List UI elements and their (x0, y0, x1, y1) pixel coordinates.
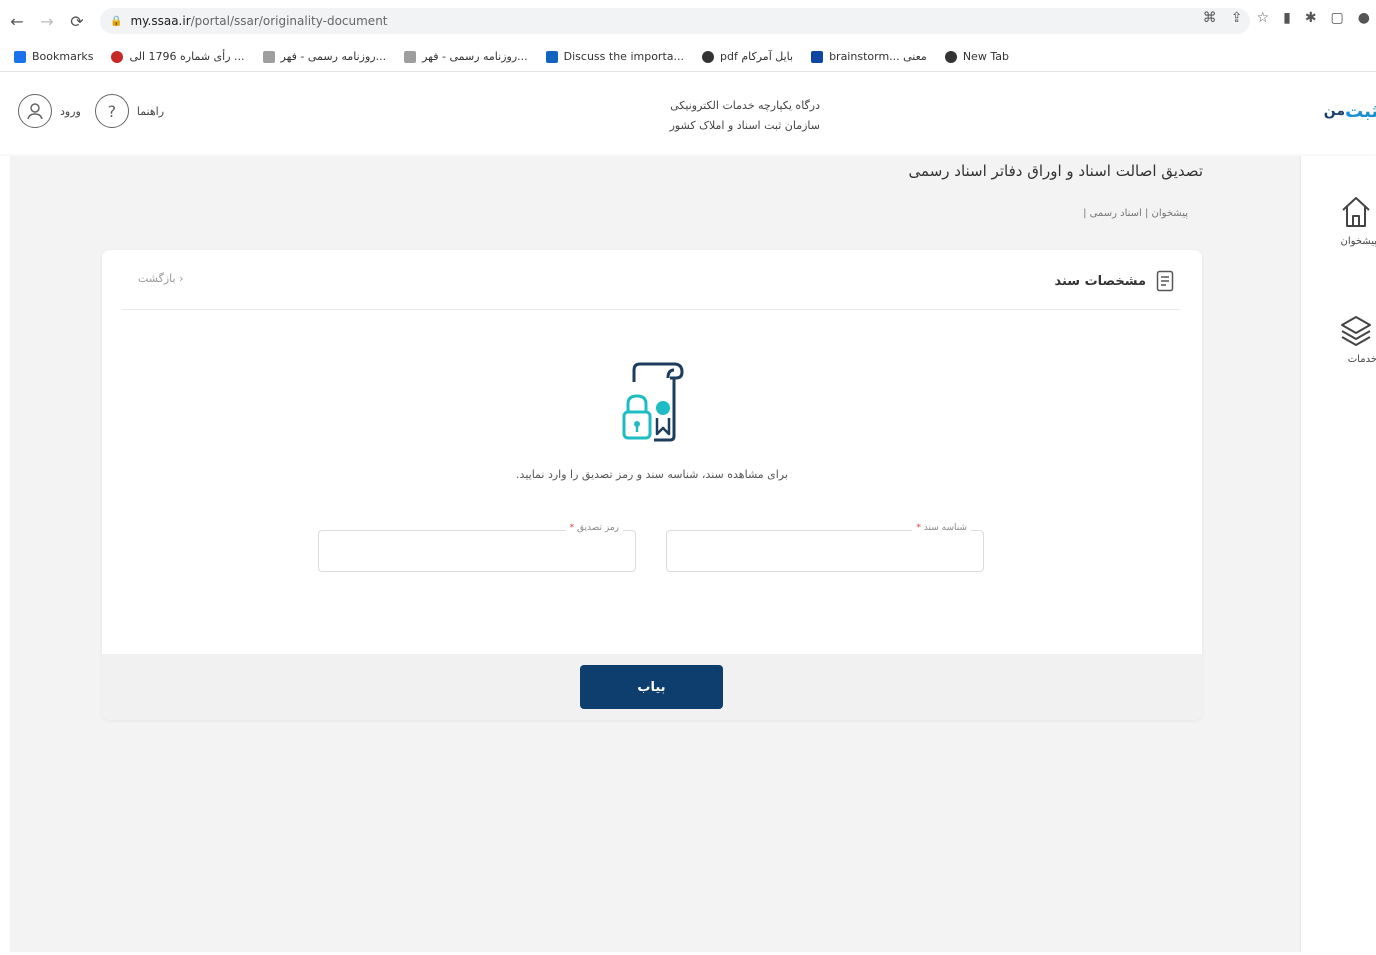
bookmark-label: brainstorm... معنی (829, 50, 927, 63)
bookmark-label: روزنامه رسمی - فهر... (280, 50, 387, 63)
bookmark-label: رأی شماره 1796 الی ... (129, 50, 245, 63)
verification-code-label: رمز تصدیق * (565, 523, 623, 533)
locked-document-icon (622, 362, 684, 442)
bookmark-label: New Tab (962, 50, 1009, 63)
document-id-label: شناسه سند * (912, 523, 971, 533)
nav-label-dashboard: پیشخوان (1340, 236, 1376, 247)
document-icon (1156, 270, 1174, 292)
forward-arrow-icon[interactable]: → (34, 8, 60, 34)
puzzle-icon[interactable]: ✱ (1305, 10, 1317, 26)
instruction-text: برای مشاهده سند، شناسه سند و رمز تصدیق ر… (516, 468, 788, 481)
nav-item-services[interactable]: خدمات (1301, 314, 1376, 365)
back-link[interactable]: بازگشت › (138, 272, 183, 285)
sidepanel-icon[interactable]: ▢ (1331, 10, 1344, 26)
bookmark-item[interactable]: Discuss the importa... (545, 50, 684, 63)
site-header: ورود ? راهنما درگاه یکپارچه خدمات الکترو… (0, 74, 1376, 154)
card-title: مشخصات سند (1054, 270, 1174, 292)
required-mark: * (916, 523, 921, 533)
portal-title-line1: درگاه یکپارچه خدمات الکترونیکی (670, 99, 820, 112)
star-bookmark-icon[interactable]: ☆ (1257, 10, 1270, 26)
bookmark-item[interactable]: New Tab (944, 50, 1009, 63)
star-icon (14, 50, 26, 63)
user-icon[interactable] (18, 94, 52, 128)
card-header: مشخصات سند بازگشت › (122, 250, 1180, 310)
globe-icon (944, 50, 957, 63)
translate-icon[interactable]: ⌘ (1203, 10, 1217, 26)
bookmark-label: روزنامه رسمی - فهر... (422, 50, 528, 63)
bookmark-item[interactable]: رأی شماره 1796 الی ... (111, 50, 245, 63)
portal-title-line2: سازمان ثبت اسناد و املاک کشور (669, 119, 820, 132)
globe-icon (702, 50, 714, 63)
home-icon (1342, 197, 1370, 227)
bookmark-label: Bookmarks (32, 50, 94, 63)
layers-icon (1341, 316, 1371, 346)
reload-icon[interactable]: ⟳ (64, 8, 90, 34)
back-arrow-icon[interactable]: ← (4, 8, 30, 34)
address-bar[interactable]: 🔒 my.ssaa.ir /portal/ssar/originality-do… (100, 8, 1250, 34)
logo-text-secondary: من (1323, 103, 1346, 119)
bookmark-icon (811, 50, 824, 63)
portal-title: درگاه یکپارچه خدمات الکترونیکی سازمان ثب… (620, 96, 820, 136)
bookmark-item[interactable]: Bookmarks (14, 50, 93, 63)
document-lookup-card: مشخصات سند بازگشت › برای مشاهده سند، شنا… (102, 250, 1202, 720)
page-icon (404, 50, 417, 63)
extension-icon[interactable]: ▮ (1283, 10, 1291, 26)
browser-toolbar: ← → ⟳ 🔒 my.ssaa.ir /portal/ssar/original… (0, 0, 1376, 42)
bookmark-item[interactable]: pdf بایل آمرکام (702, 50, 793, 63)
bookmark-item[interactable]: روزنامه رسمی - فهر... (404, 50, 528, 63)
emblem-icon (111, 50, 124, 63)
logo-text-primary: ثبت (1345, 100, 1376, 122)
help-link[interactable]: راهنما (137, 105, 164, 118)
card-title-text: مشخصات سند (1054, 273, 1146, 289)
bookmark-label: pdf بایل آمرکام (720, 50, 794, 63)
nav-item-dashboard[interactable]: پیشخوان (1301, 194, 1376, 247)
required-mark: * (569, 523, 575, 533)
bookmarks-bar: Bookmarks رأی شماره 1796 الی ... روزنامه ر… (0, 42, 1376, 72)
url-host: my.ssaa.ir (130, 14, 191, 28)
document-id-field[interactable]: شناسه سند * (666, 523, 984, 572)
nav-label-services: خدمات (1347, 354, 1376, 365)
document-id-label-text: شناسه سند (923, 523, 967, 533)
help-icon[interactable]: ? (94, 94, 129, 128)
card-footer: بیاب (102, 654, 1202, 720)
forum-icon (545, 50, 558, 63)
login-link[interactable]: ورود (60, 105, 81, 118)
find-button[interactable]: بیاب (580, 665, 723, 709)
profile-avatar-icon[interactable]: ● (1358, 10, 1370, 26)
lock-icon: 🔒 (110, 15, 123, 27)
page-icon (262, 50, 275, 63)
bookmark-item[interactable]: brainstorm... معنی (811, 50, 927, 63)
page-title: تصدیق اصالت اسناد و اوراق دفاتر اسناد رس… (908, 162, 1203, 180)
verification-code-field[interactable]: رمز تصدیق * (318, 523, 636, 572)
bookmark-item[interactable]: روزنامه رسمی - فهر... (262, 50, 387, 63)
site-logo[interactable]: من ثبت (1324, 88, 1376, 134)
bookmark-label: Discuss the importa... (563, 50, 684, 63)
document-id-input[interactable] (667, 531, 983, 571)
verification-code-input[interactable] (319, 531, 635, 571)
breadcrumb[interactable]: پیشخوان | اسناد رسمی | (900, 208, 1188, 219)
url-path: /portal/ssar/originality-document (190, 14, 388, 28)
verification-code-label-text: رمز تصدیق (576, 523, 619, 533)
side-navigation: پیشخوان خدمات (1300, 156, 1376, 952)
share-icon[interactable]: ⇪ (1231, 10, 1243, 26)
